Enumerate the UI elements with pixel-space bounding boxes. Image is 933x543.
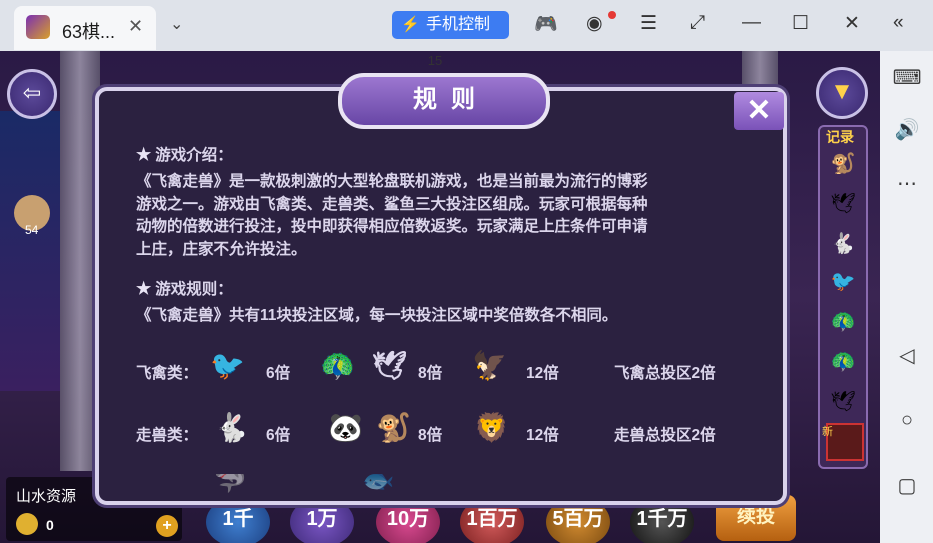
- close-icon[interactable]: ✕: [734, 92, 784, 130]
- rabbit-icon: 🐇: [214, 412, 249, 443]
- tab-dropdown-icon[interactable]: ⌄: [170, 14, 183, 34]
- monkey-icon: 🐒: [830, 153, 856, 175]
- tab-close-icon[interactable]: ✕: [128, 16, 143, 37]
- recent-apps-icon[interactable]: ▢: [892, 471, 922, 501]
- city-background: [0, 111, 60, 391]
- player-name: 山水资源: [16, 488, 77, 505]
- app-logo-icon: [26, 15, 50, 39]
- record-title: 记录: [826, 129, 854, 145]
- rules-title: 规则: [413, 86, 489, 113]
- gamepad-icon[interactable]: 🎮: [534, 12, 558, 36]
- goldfish-icon: 🐟: [362, 474, 395, 494]
- dove-icon: 🕊: [372, 350, 408, 381]
- shark-row-partial: 🦈 🐟: [136, 474, 466, 494]
- keyboard-icon[interactable]: ⌨: [892, 63, 922, 93]
- back-icon[interactable]: ◁: [892, 341, 922, 371]
- emulator-sidebar: ⌨ 🔊 ⋯ ◁ ○ ▢: [880, 51, 933, 543]
- intro-paragraph: 《飞禽走兽》是一款极刺激的大型轮盘联机游戏，也是当前最为流行的博彩 游戏之一。游…: [136, 173, 648, 258]
- rules-text: 《飞禽走兽》共有11块投注区域，每一块投注区域中奖倍数各不相同。: [136, 307, 618, 324]
- phone-control-label: 手机控制: [426, 16, 491, 33]
- peacock-icon: 🦚: [320, 350, 355, 381]
- add-coin-button[interactable]: +: [156, 515, 178, 537]
- maximize-icon[interactable]: ☐: [792, 12, 809, 35]
- left-pillar: [60, 51, 100, 471]
- online-count: 54: [25, 223, 39, 237]
- eagle-icon: 🦅: [472, 350, 507, 381]
- beasts-mult-1: 6倍: [266, 427, 291, 444]
- beasts-mult-3: 12倍: [526, 427, 559, 444]
- record-panel: 记录 🐒 🕊 🐇 🐦 🦚 🦚 🕊 新: [818, 125, 868, 469]
- rules-heading: ★ 游戏规则：: [136, 279, 233, 298]
- menu-icon[interactable]: ☰: [640, 12, 657, 35]
- resize-icon[interactable]: ⤢: [690, 12, 705, 34]
- phone-control-button[interactable]: ⚡ 手机控制: [392, 11, 509, 39]
- home-icon[interactable]: ○: [892, 405, 922, 435]
- round-number: 15: [427, 53, 443, 68]
- birds-total: 飞禽总投区2倍: [614, 365, 716, 382]
- dove-icon: 🕊: [830, 193, 856, 215]
- tab-title: 63棋...: [62, 22, 116, 42]
- shark-icon: 🦈: [214, 474, 247, 494]
- swallow-icon: 🐦: [830, 271, 856, 293]
- intro-heading: ★ 游戏介绍：: [136, 145, 233, 164]
- monkey-icon: 🐒: [376, 412, 411, 443]
- coin-icon: [16, 513, 38, 535]
- swallow-icon: 🐦: [210, 350, 245, 381]
- peacock-icon: 🦚: [830, 311, 856, 333]
- coin-amount: 0: [46, 517, 54, 533]
- panda-icon: 🐼: [328, 412, 363, 443]
- browser-tab[interactable]: 63棋... ✕: [14, 6, 156, 50]
- beasts-mult-2: 8倍: [418, 427, 443, 444]
- window-titlebar: 63棋... ✕ ⌄ ⚡ 手机控制 🎮 ◉ ☰ ⤢ — ☐ ✕ «: [0, 0, 933, 51]
- beasts-total: 走兽总投区2倍: [614, 427, 716, 444]
- star-icon: ★: [136, 145, 152, 164]
- beasts-label: 走兽类：: [136, 427, 199, 444]
- star-icon: ★: [136, 279, 152, 298]
- user-icon[interactable]: ◉: [586, 12, 603, 35]
- bolt-icon: ⚡: [401, 16, 420, 33]
- minimize-icon[interactable]: —: [742, 12, 761, 34]
- rules-title-banner: 规则: [338, 73, 550, 129]
- exit-icon[interactable]: ⇦: [7, 69, 57, 119]
- collapse-sidebar-icon[interactable]: «: [893, 12, 904, 34]
- peacock-icon: 🦚: [830, 351, 856, 373]
- lion-icon: 🦁: [474, 412, 509, 443]
- notification-dot: [608, 11, 616, 19]
- dove-icon: 🕊: [830, 391, 856, 413]
- new-tag: 新: [822, 426, 833, 438]
- volume-up-icon[interactable]: 🔊: [892, 115, 922, 145]
- birds-label: 飞禽类：: [136, 365, 199, 382]
- dropdown-menu-icon[interactable]: ▼: [816, 67, 868, 119]
- close-window-icon[interactable]: ✕: [844, 12, 860, 35]
- rabbit-icon: 🐇: [830, 233, 856, 255]
- birds-mult-1: 6倍: [266, 365, 291, 382]
- birds-mult-2: 8倍: [418, 365, 443, 382]
- birds-mult-3: 12倍: [526, 365, 559, 382]
- more-icon[interactable]: ⋯: [892, 169, 922, 199]
